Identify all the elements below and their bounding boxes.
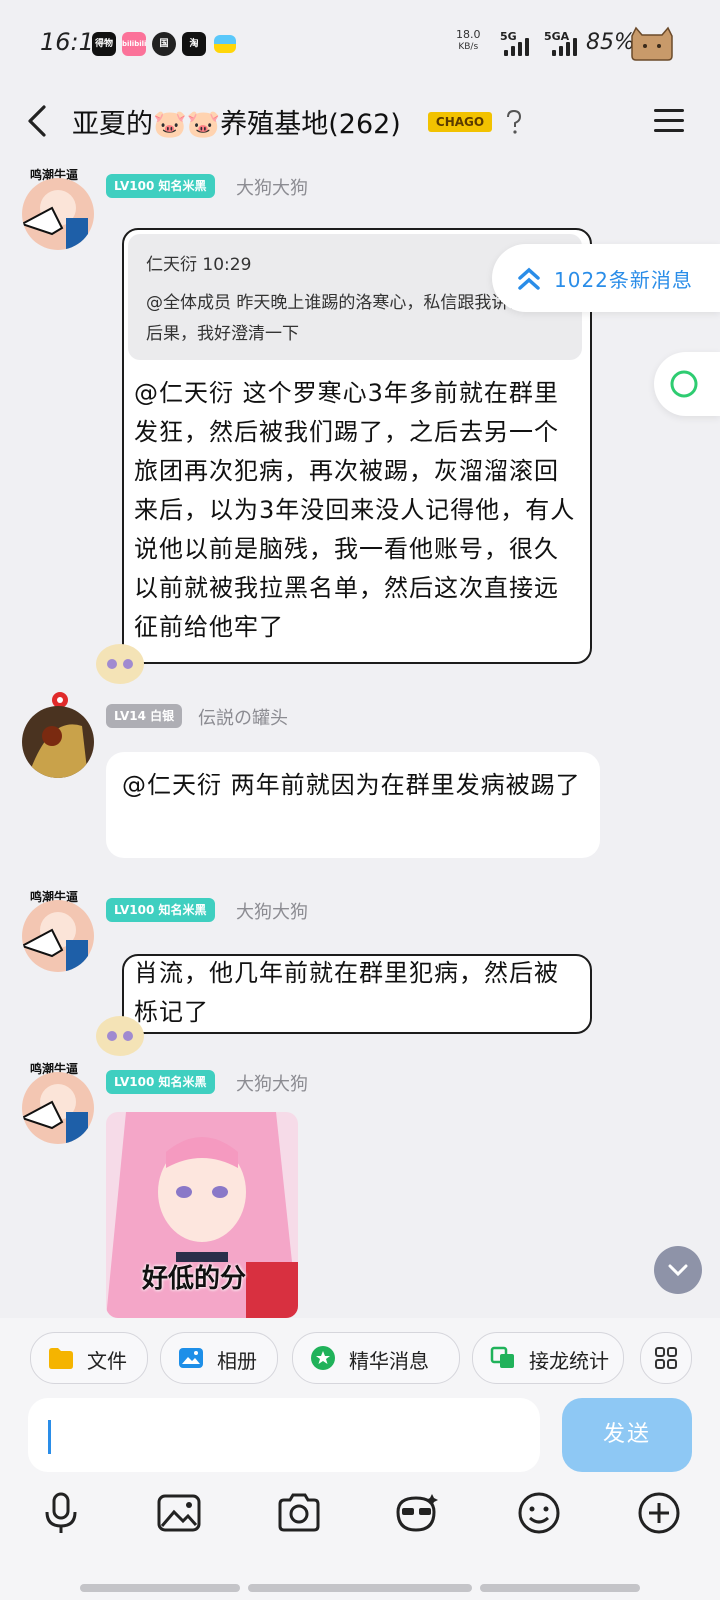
app-notify-icon-taobao: 淘 (182, 32, 206, 56)
sticker-avatar (96, 1016, 144, 1056)
message-1: 鸣潮牛逼 LV100 知名米黑 大狗大狗 仁天衍 10:29 @全体成员 昨天晚… (0, 160, 720, 690)
battery-cat-icon (631, 26, 673, 61)
chip-label: 接龙统计 (529, 1349, 609, 1373)
star-icon (311, 1346, 335, 1370)
composer: 发送 (0, 1398, 720, 1600)
relay-icon (490, 1346, 514, 1368)
chat-title[interactable]: 亚夏的🐷🐷养殖基地(262) (72, 102, 401, 141)
message-2: LV14 白银 伝説の罐头 @仁天衍 两年前就因为在群里发病被踢了 (0, 690, 720, 860)
chip-relay-stats[interactable]: 接龙统计 (472, 1332, 624, 1384)
chip-album[interactable]: 相册 (160, 1332, 278, 1384)
app-notify-icon-bilibili: bilibili (122, 32, 146, 56)
avatar[interactable] (22, 900, 94, 972)
net-speed-value: 18.0 (456, 28, 481, 41)
avatar[interactable] (22, 706, 94, 778)
ring-icon (670, 370, 698, 398)
level-badge: LV14 白银 (106, 704, 183, 728)
sender-name[interactable]: 大狗大狗 (236, 898, 308, 924)
scroll-to-bottom-button[interactable] (654, 1246, 702, 1294)
chip-label: 相册 (217, 1349, 257, 1373)
level-badge: LV100 知名米黑 (106, 898, 215, 922)
message-text: 肖流，他几年前就在群里犯病，然后被栎记了 (134, 959, 559, 1026)
new-messages-label: 1022条新消息 (554, 268, 693, 292)
image-message[interactable]: 好低的分 (106, 1112, 298, 1318)
sender-name[interactable]: 大狗大狗 (236, 174, 308, 200)
quote-header: 仁天衍 10:29 (146, 255, 252, 275)
signal-2-bars-icon (552, 36, 580, 56)
message-text: @仁天衍 两年前就因为在群里发病被踢了 (122, 771, 581, 799)
new-messages-button[interactable]: 1022条新消息 (492, 244, 720, 312)
image-caption: 好低的分 (142, 1264, 247, 1294)
status-bar: 16:15 得物 bilibili 国 淘 18.0 KB/s 5G 5GA 8… (0, 0, 720, 90)
net-speed-unit: KB/s (458, 42, 479, 52)
message-text: @仁天衍 这个罗寒心3年多前就在群里发狂，然后被我们踢了，之后去另一个旅团再次犯… (134, 379, 576, 641)
group-badge: CHAGO (428, 112, 492, 132)
message-bubble[interactable]: @仁天衍 两年前就因为在群里发病被踢了 (106, 752, 600, 858)
shortcut-bar: 文件 相册 精华消息 接龙统计 (0, 1318, 720, 1398)
emoji-icon[interactable] (516, 1490, 562, 1536)
menu-icon[interactable] (652, 106, 686, 136)
image-icon (179, 1348, 203, 1368)
message-input[interactable] (28, 1398, 540, 1472)
help-icon[interactable] (502, 108, 526, 136)
back-icon[interactable] (22, 104, 56, 138)
chip-label: 文件 (87, 1349, 127, 1373)
floating-widget[interactable] (654, 352, 720, 416)
message-3: 鸣潮牛逼 LV100 知名米黑 大狗大狗 肖流，他几年前就在群里犯病，然后被栎记… (0, 884, 720, 1056)
net-speed: 18.0 KB/s (456, 28, 481, 54)
chat-header: 亚夏的🐷🐷养殖基地(262) CHAGO (0, 90, 720, 154)
chevron-down-icon (668, 1264, 688, 1277)
sender-name[interactable]: 大狗大狗 (236, 1070, 308, 1096)
sticker-icon[interactable] (394, 1490, 440, 1536)
apps-grid-icon (655, 1347, 677, 1369)
signal-1-bars-icon (504, 36, 532, 56)
chip-label: 精华消息 (349, 1349, 429, 1373)
level-badge: LV100 知名米黑 (106, 1070, 215, 1094)
sender-name[interactable]: 伝説の罐头 (198, 704, 288, 730)
folder-icon (49, 1348, 73, 1369)
app-notify-icon-guo: 国 (152, 32, 176, 56)
more-apps-button[interactable] (640, 1332, 692, 1384)
level-badge: LV100 知名米黑 (106, 174, 215, 198)
text-caret (48, 1420, 51, 1454)
avatar[interactable] (22, 1072, 94, 1144)
picture-icon[interactable] (156, 1490, 202, 1536)
microphone-icon[interactable] (38, 1490, 84, 1536)
double-chevron-up-icon (518, 267, 540, 290)
plus-circle-icon[interactable] (636, 1490, 682, 1536)
send-button[interactable]: 发送 (562, 1398, 692, 1472)
message-4: 鸣潮牛逼 LV100 知名米黑 大狗大狗 好低的分 (0, 1056, 720, 1318)
sticker-avatar (96, 644, 144, 684)
home-indicator (80, 1584, 640, 1592)
message-bubble[interactable]: 肖流，他几年前就在群里犯病，然后被栎记了 (122, 954, 592, 1034)
app-notify-icon-dewu: 得物 (92, 32, 116, 56)
camera-icon[interactable] (276, 1490, 322, 1536)
avatar[interactable] (22, 178, 94, 250)
chip-essence[interactable]: 精华消息 (292, 1332, 460, 1384)
app-notify-icon-wallet (214, 35, 236, 53)
chip-files[interactable]: 文件 (30, 1332, 148, 1384)
